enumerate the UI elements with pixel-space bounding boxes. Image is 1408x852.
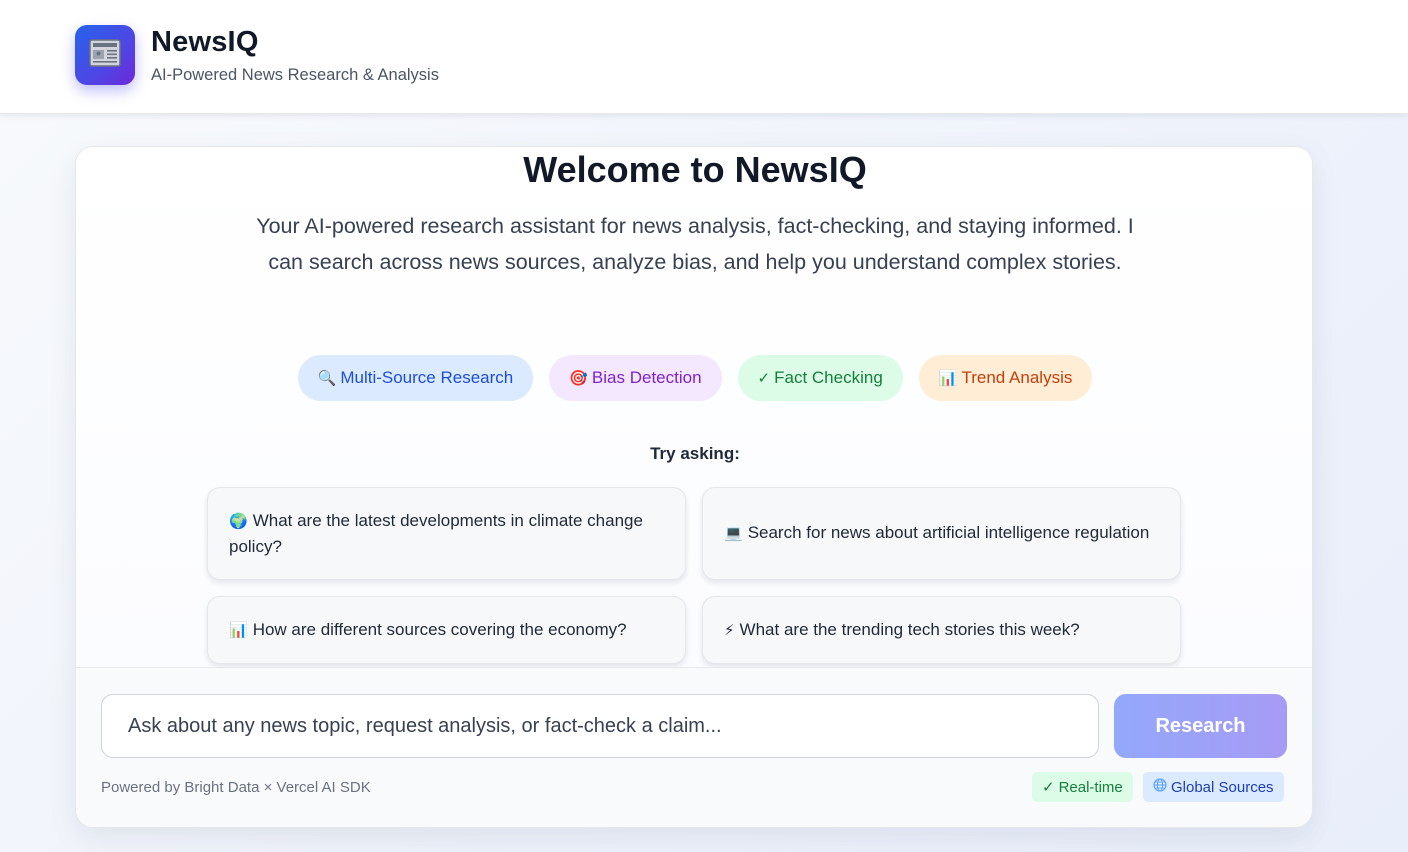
- suggestion-card-ai-regulation[interactable]: 💻 Search for news about artificial intell…: [702, 487, 1181, 580]
- global-sources-badge: Global Sources: [1143, 772, 1284, 802]
- feature-pill-label: Fact Checking: [774, 368, 883, 387]
- powered-by-text: Powered by Bright Data × Vercel AI SDK: [101, 779, 371, 796]
- welcome-title: Welcome to NewsIQ: [523, 149, 867, 190]
- welcome-section: Welcome to NewsIQ Your AI-powered resear…: [76, 147, 1312, 667]
- globe-icon: 🌍: [229, 511, 248, 530]
- suggestion-text: ⚡ What are the trending tech stories this…: [724, 619, 1080, 639]
- suggestion-card-economy[interactable]: 📊 How are different sources covering the …: [207, 596, 686, 664]
- badge-label: Global Sources: [1171, 778, 1274, 796]
- app-logo[interactable]: [75, 25, 135, 85]
- feature-pill-multi-source: 🔍 Multi-Source Research: [297, 355, 534, 401]
- suggestion-text: 📊 How are different sources covering the …: [229, 619, 627, 639]
- feature-pills: 🔍 Multi-Source Research 🎯 Bias Detection…: [76, 355, 1312, 401]
- bar-chart-icon: 📊: [938, 369, 958, 387]
- app-header: NewsIQ AI-Powered News Research & Analys…: [0, 0, 1408, 114]
- app-title: NewsIQ: [151, 26, 259, 58]
- composer: Research Powered by Bright Data × Vercel…: [76, 667, 1312, 827]
- feature-pill-trend: 📊 Trend Analysis: [918, 355, 1093, 401]
- suggestion-card-climate[interactable]: 🌍 What are the latest developments in cli…: [207, 487, 686, 580]
- app-subtitle: AI-Powered News Research & Analysis: [151, 66, 439, 84]
- feature-pill-label: Multi-Source Research: [340, 368, 514, 387]
- suggestion-text: 💻 Search for news about artificial intell…: [724, 523, 1150, 543]
- bar-chart-icon: 📊: [229, 620, 248, 639]
- feature-pill-bias: 🎯 Bias Detection: [549, 355, 722, 401]
- chat-panel: Welcome to NewsIQ Your AI-powered resear…: [75, 146, 1313, 828]
- suggestion-card-tech-trends[interactable]: ⚡ What are the trending tech stories this…: [702, 596, 1181, 664]
- globe-icon: [1153, 778, 1167, 796]
- try-asking-label: Try asking:: [650, 444, 740, 463]
- lightning-icon: ⚡: [724, 620, 735, 639]
- feature-pill-label: Trend Analysis: [961, 368, 1073, 387]
- suggestion-text: 🌍 What are the latest developments in cli…: [229, 510, 643, 557]
- badge-label: Real-time: [1058, 778, 1123, 796]
- research-query-input[interactable]: [101, 694, 1099, 758]
- check-icon: ✓: [1042, 779, 1055, 796]
- feature-pill-label: Bias Detection: [591, 368, 702, 387]
- target-icon: 🎯: [569, 369, 588, 387]
- realtime-badge: ✓ Real-time: [1032, 772, 1133, 802]
- check-icon: ✓: [757, 369, 771, 387]
- feature-pill-fact-check: ✓ Fact Checking: [737, 355, 903, 401]
- research-button[interactable]: Research: [1114, 694, 1287, 758]
- newspaper-icon: [89, 38, 121, 72]
- welcome-description: Your AI-powered research assistant for n…: [256, 214, 1134, 274]
- magnifier-icon: 🔍: [317, 369, 337, 387]
- laptop-icon: 💻: [724, 524, 743, 543]
